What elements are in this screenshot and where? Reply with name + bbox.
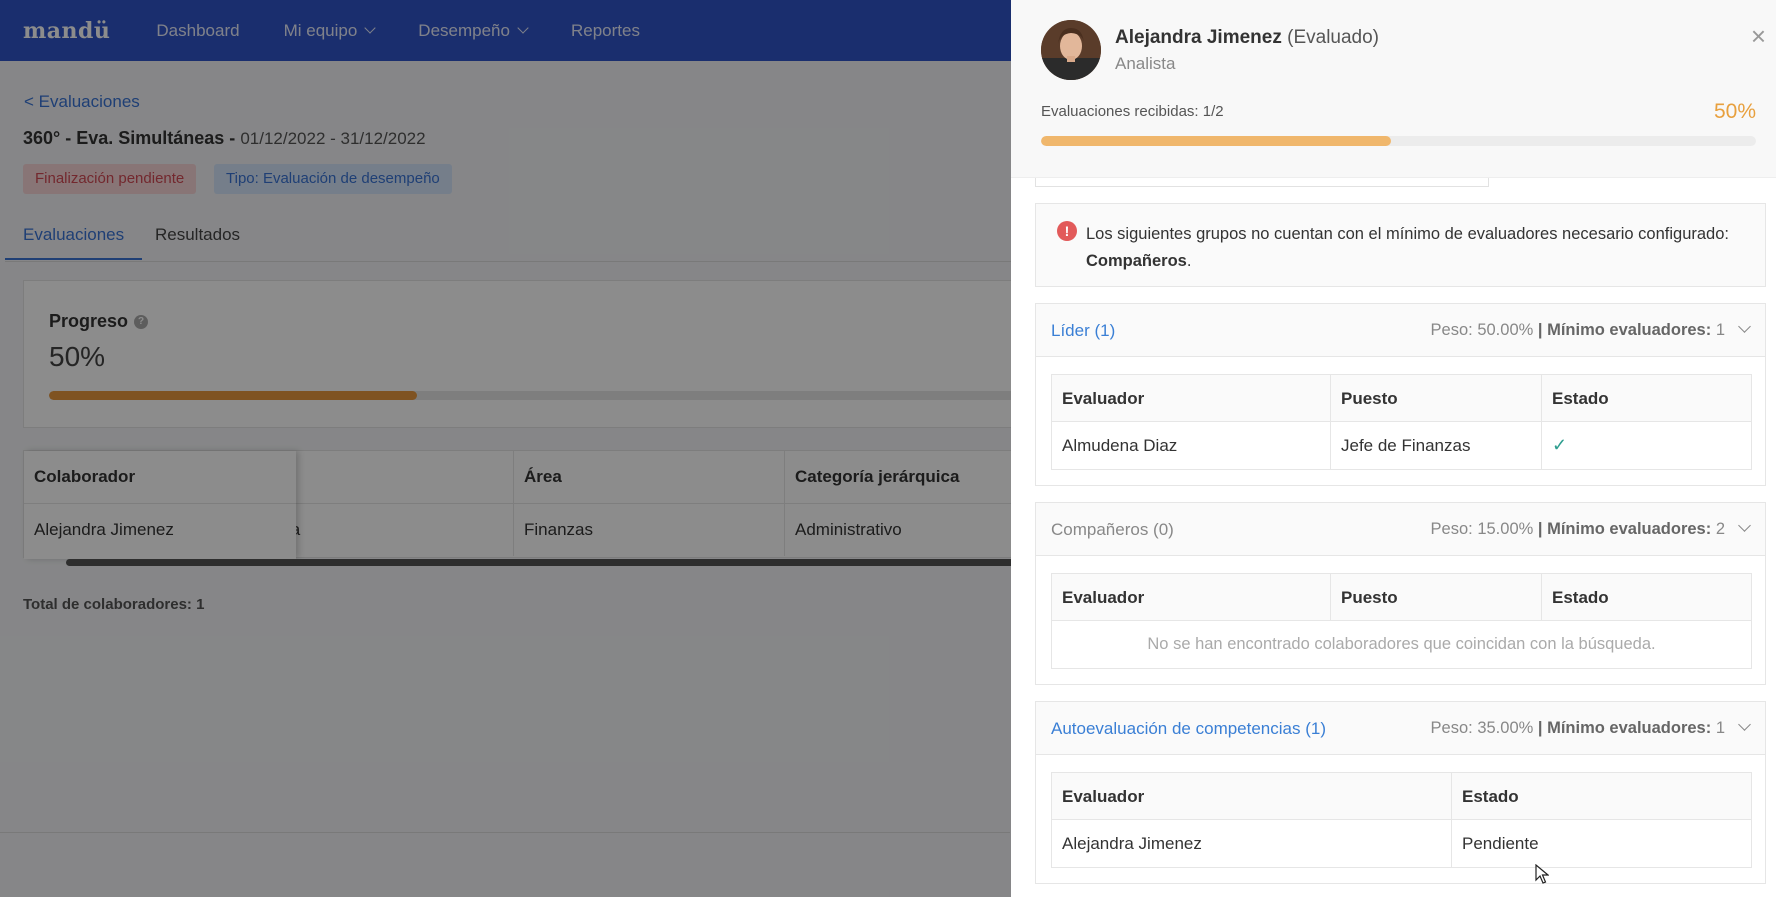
- alert-message: Los siguientes grupos no cuentan con el …: [1086, 225, 1729, 243]
- section-title: Líder (1): [1051, 321, 1116, 340]
- section-lider: Líder (1) Peso: 50.00% | Mínimo evaluado…: [1035, 303, 1766, 486]
- weight-label: Peso:: [1430, 520, 1473, 538]
- column-header-evaluador: Evaluador: [1062, 389, 1145, 408]
- column-header-evaluador: Evaluador: [1062, 588, 1145, 607]
- chevron-down-icon[interactable]: [1738, 320, 1751, 333]
- table-header-row: Evaluador Estado: [1052, 773, 1751, 820]
- weight-value: 50.00%: [1477, 321, 1534, 339]
- min-value: 1: [1715, 321, 1725, 339]
- section-meta: Peso: 15.00% | Mínimo evaluadores: 2: [1431, 520, 1725, 539]
- min-value: 1: [1715, 719, 1725, 737]
- mouse-cursor-icon: [1535, 864, 1549, 884]
- received-percent: 50%: [1713, 100, 1756, 123]
- min-label: | Mínimo evaluadores:: [1537, 321, 1712, 339]
- min-value: 2: [1715, 520, 1725, 538]
- weight-label: Peso:: [1430, 321, 1473, 339]
- table-row: Alejandra Jimenez Pendiente: [1052, 820, 1751, 867]
- column-header-puesto: Puesto: [1330, 574, 1541, 621]
- person-name: Alejandra Jimenez: [1115, 27, 1282, 48]
- column-header-evaluador: Evaluador: [1062, 787, 1145, 806]
- evaluators-table: Evaluador Estado Alejandra Jimenez Pendi…: [1051, 772, 1752, 868]
- warning-alert: ! Los siguientes grupos no cuentan con e…: [1035, 203, 1766, 287]
- table-header-row: Evaluador Puesto Estado: [1052, 574, 1751, 621]
- received-count: Evaluaciones recibidas: 1/2: [1041, 103, 1224, 120]
- empty-row: No se han encontrado colaboradores que c…: [1052, 621, 1751, 668]
- section-header[interactable]: Autoevaluación de competencias (1) Peso:…: [1036, 702, 1765, 755]
- weight-value: 15.00%: [1477, 520, 1534, 538]
- column-header-estado: Estado: [1451, 773, 1753, 820]
- section-autoevaluacion: Autoevaluación de competencias (1) Peso:…: [1035, 701, 1766, 884]
- min-label: | Mínimo evaluadores:: [1537, 520, 1712, 538]
- received-progress-bar: [1041, 136, 1756, 146]
- column-header-puesto: Puesto: [1330, 375, 1541, 422]
- checkmark-icon: ✓: [1552, 435, 1568, 455]
- alert-groups: Compañeros: [1086, 252, 1187, 270]
- section-companeros: Compañeros (0) Peso: 15.00% | Mínimo eva…: [1035, 502, 1766, 685]
- cell-evaluador: Almudena Diaz: [1062, 436, 1178, 455]
- table-header-row: Evaluador Puesto Estado: [1052, 375, 1751, 422]
- evaluators-table: Evaluador Puesto Estado No se han encont…: [1051, 573, 1752, 669]
- drawer-header: Alejandra Jimenez (Evaluado) Analista × …: [1011, 0, 1776, 178]
- table-row: Almudena Diaz Jefe de Finanzas ✓: [1052, 422, 1751, 469]
- received-progress-fill: [1041, 136, 1392, 146]
- job-title: Analista: [1115, 54, 1176, 73]
- error-icon: !: [1057, 221, 1077, 241]
- evaluated-name: Alejandra Jimenez (Evaluado): [1115, 27, 1379, 49]
- section-title: Autoevaluación de competencias (1): [1051, 719, 1326, 738]
- evaluated-detail-drawer: ! Los siguientes grupos no cuentan con e…: [1011, 0, 1776, 897]
- role-tag: (Evaluado): [1287, 27, 1380, 48]
- section-meta: Peso: 35.00% | Mínimo evaluadores: 1: [1431, 719, 1725, 738]
- cell-evaluador: Alejandra Jimenez: [1062, 834, 1202, 853]
- avatar-photo: [1041, 20, 1101, 80]
- empty-message: No se han encontrado colaboradores que c…: [1147, 635, 1656, 653]
- column-header-estado: Estado: [1541, 375, 1753, 422]
- section-header[interactable]: Compañeros (0) Peso: 15.00% | Mínimo eva…: [1036, 503, 1765, 556]
- section-header[interactable]: Líder (1) Peso: 50.00% | Mínimo evaluado…: [1036, 304, 1765, 357]
- cell-estado: Pendiente: [1451, 820, 1753, 867]
- close-icon[interactable]: ×: [1751, 23, 1766, 49]
- evaluators-table: Evaluador Puesto Estado Almudena Diaz Je…: [1051, 374, 1752, 470]
- chevron-down-icon[interactable]: [1738, 718, 1751, 731]
- alert-text: Los siguientes grupos no cuentan con el …: [1086, 221, 1756, 275]
- section-title: Compañeros (0): [1051, 520, 1174, 539]
- avatar: [1041, 20, 1101, 80]
- column-header-estado: Estado: [1541, 574, 1753, 621]
- cell-estado: ✓: [1541, 422, 1753, 469]
- chevron-down-icon[interactable]: [1738, 519, 1751, 532]
- section-meta: Peso: 50.00% | Mínimo evaluadores: 1: [1431, 321, 1725, 340]
- weight-value: 35.00%: [1477, 719, 1534, 737]
- cell-puesto: Jefe de Finanzas: [1330, 422, 1541, 469]
- alert-end: .: [1186, 252, 1192, 270]
- min-label: | Mínimo evaluadores:: [1537, 719, 1712, 737]
- weight-label: Peso:: [1430, 719, 1473, 737]
